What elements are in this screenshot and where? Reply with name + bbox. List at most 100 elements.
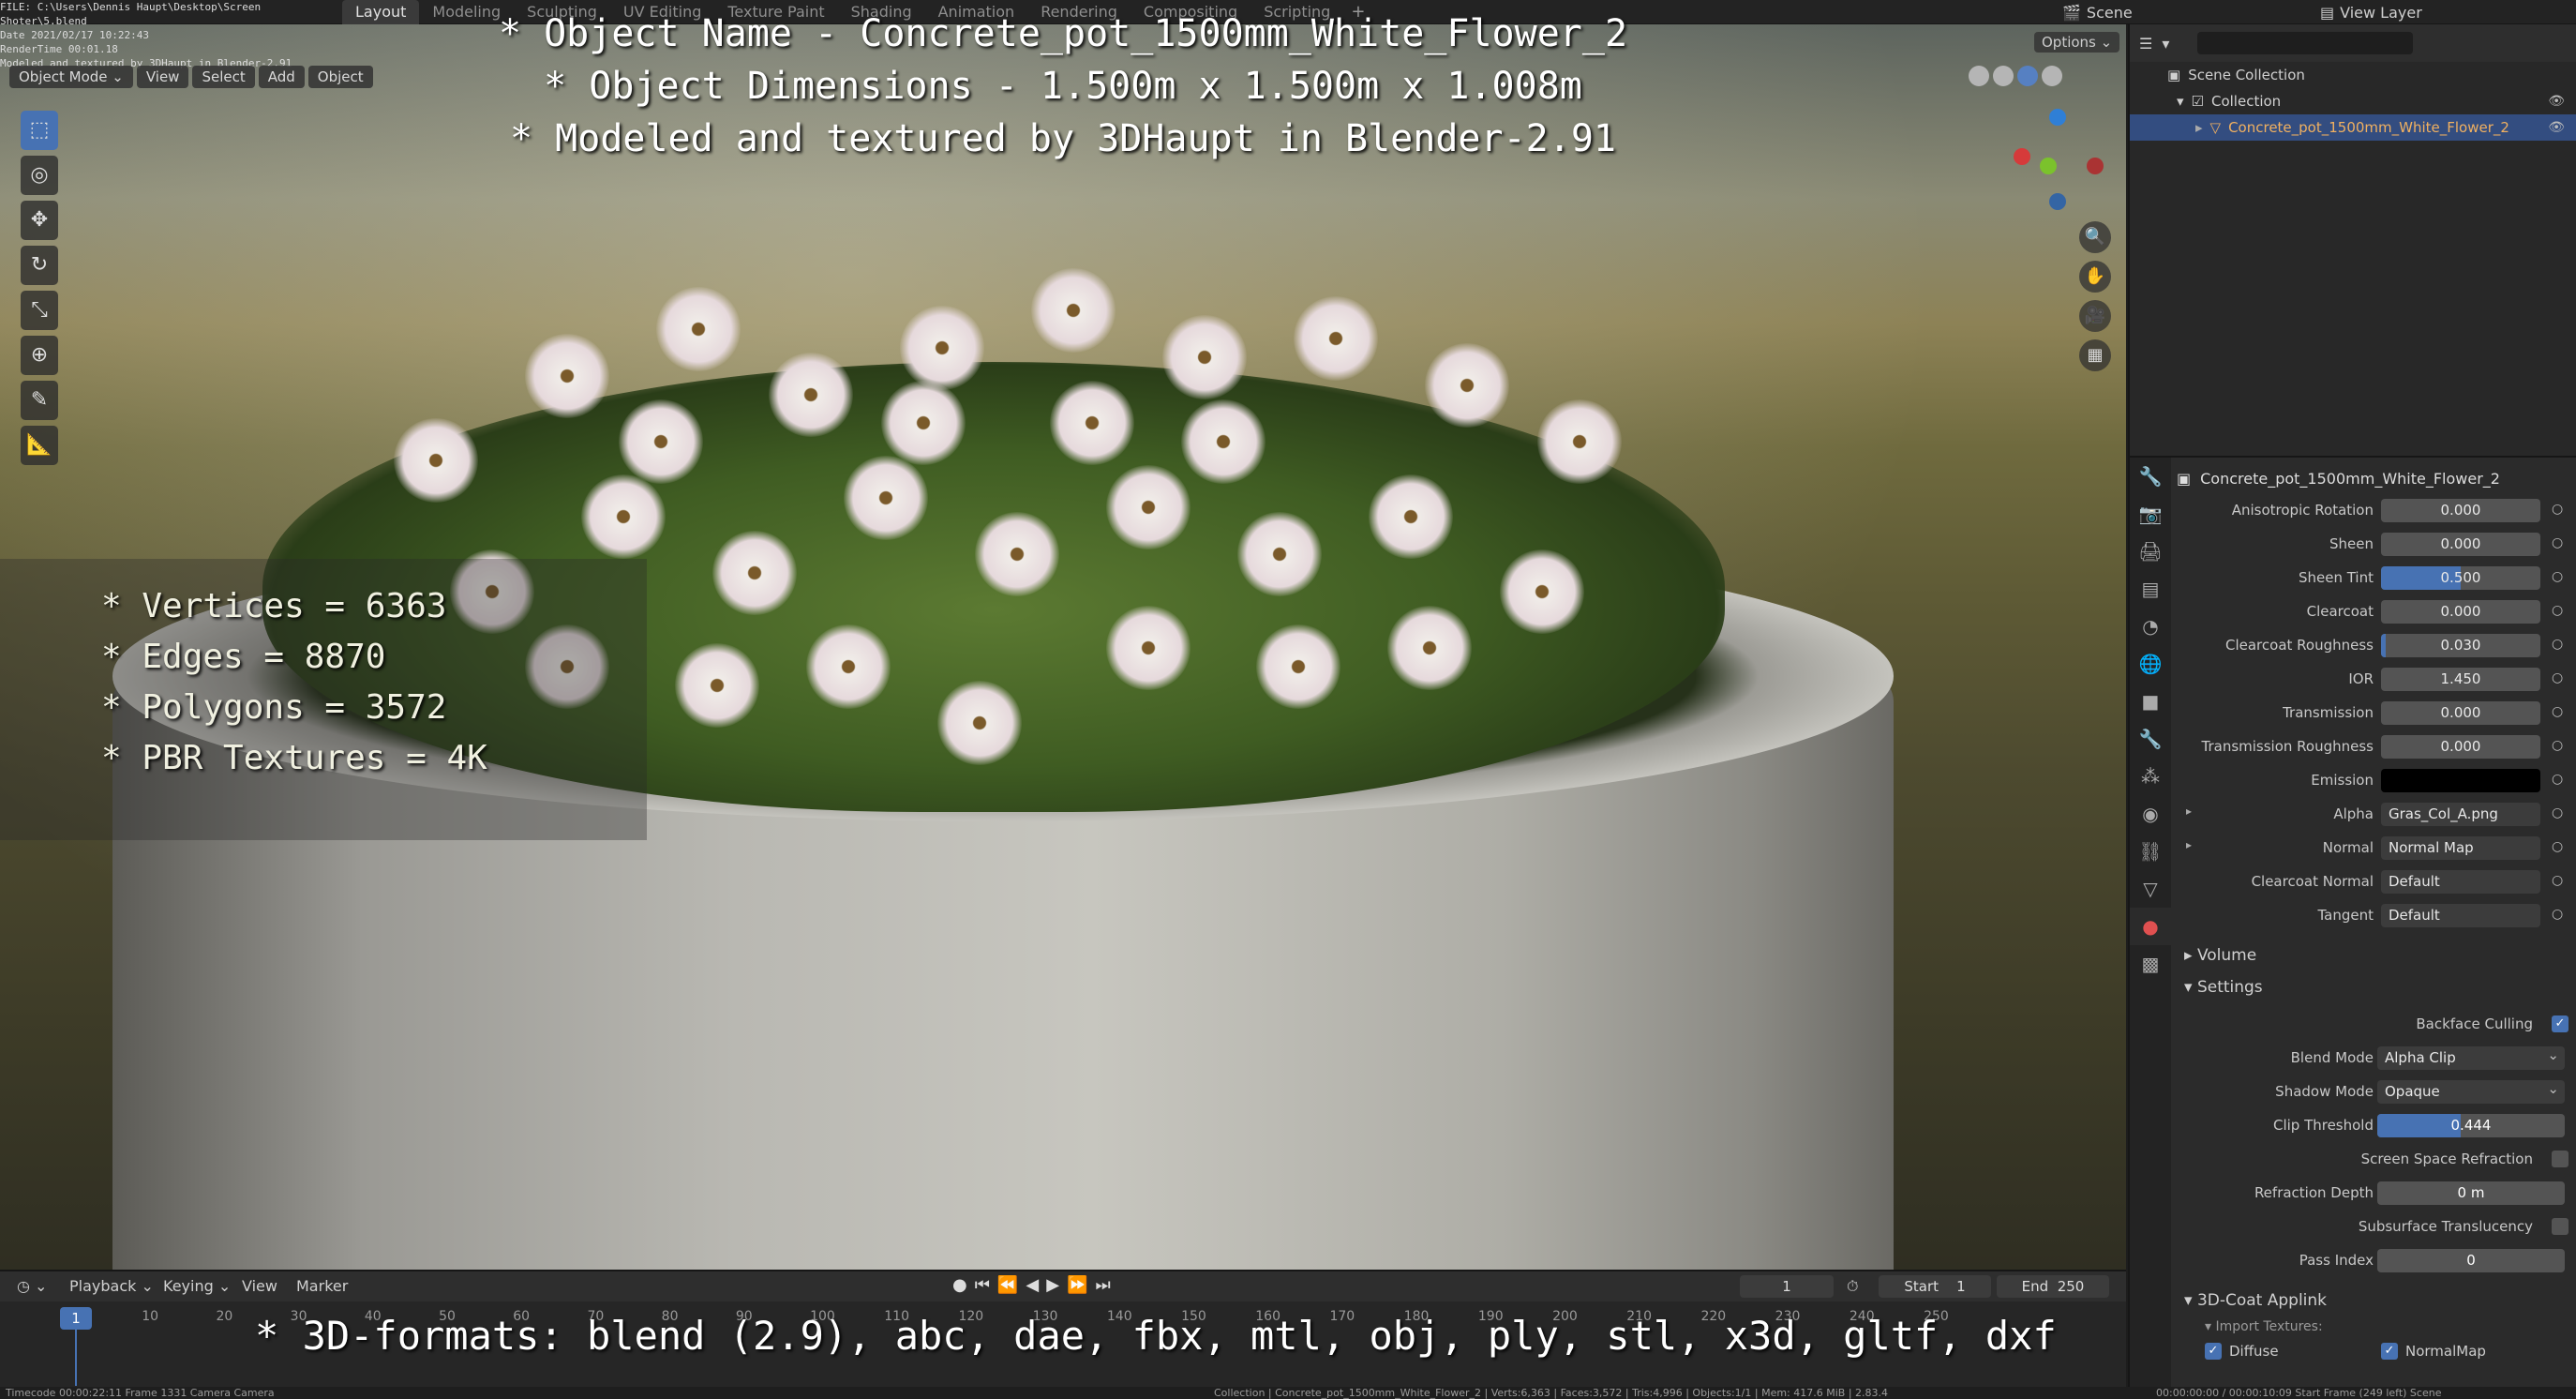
view-layer-selector[interactable]: ▤ View Layer xyxy=(2320,2,2422,23)
menu-object[interactable]: Object xyxy=(307,66,373,88)
solid-shading-icon[interactable] xyxy=(1993,66,2014,86)
blend-mode-select[interactable]: Alpha Clip xyxy=(2377,1044,2565,1070)
view-layer-tab-icon[interactable]: ▤ xyxy=(2130,570,2171,608)
object-tab-icon[interactable]: ■ xyxy=(2130,683,2171,720)
pan-hand-icon[interactable]: ✋ xyxy=(2079,261,2111,293)
menu-select[interactable]: Select xyxy=(192,66,255,88)
link-dot-icon[interactable]: ○ xyxy=(2552,839,2563,854)
normalmap-checkbox-row[interactable]: ✓ NormalMap xyxy=(2381,1343,2486,1360)
expand-icon[interactable]: ▸ xyxy=(2186,838,2192,851)
play-icon[interactable]: ▶ xyxy=(1046,1275,1059,1295)
world-tab-icon[interactable]: 🌐 xyxy=(2130,645,2171,683)
visibility-eye-icon[interactable]: 👁 xyxy=(2548,120,2565,135)
modifier-tab-icon[interactable]: 🔧 xyxy=(2130,720,2171,758)
record-icon[interactable]: ● xyxy=(952,1275,967,1295)
expand-icon[interactable]: ▸ xyxy=(2195,119,2203,136)
ortho-grid-icon[interactable]: ▦ xyxy=(2079,339,2111,371)
prop-value-field[interactable]: 0.500 xyxy=(2381,566,2540,590)
menu-add[interactable]: Add xyxy=(258,66,305,88)
link-dot-icon[interactable]: ○ xyxy=(2552,535,2563,550)
scene-tab-icon[interactable]: ◔ xyxy=(2130,608,2171,645)
link-dot-icon[interactable]: ○ xyxy=(2552,704,2563,719)
particles-tab-icon[interactable]: ⁂ xyxy=(2130,758,2171,795)
data-tab-icon[interactable]: ▽ xyxy=(2130,870,2171,908)
gizmo-x-axis-icon[interactable] xyxy=(2014,148,2030,165)
refraction-depth-field[interactable]: 0 m xyxy=(2377,1181,2565,1205)
move-icon[interactable]: ✥ xyxy=(21,201,58,240)
wireframe-shading-icon[interactable] xyxy=(1969,66,1989,86)
constraints-tab-icon[interactable]: ⛓ xyxy=(2130,833,2171,870)
outliner-scene-collection[interactable]: ▣ Scene Collection xyxy=(2130,62,2576,88)
diffuse-checkbox-row[interactable]: ✓ Diffuse xyxy=(2205,1343,2279,1360)
shadow-mode-select[interactable]: Opaque xyxy=(2377,1077,2565,1104)
gizmo-neg-z-axis-icon[interactable] xyxy=(2049,193,2066,210)
camera-view-icon[interactable]: 🎥 xyxy=(2079,300,2111,332)
menu-keying[interactable]: Keying ⌄ xyxy=(163,1277,231,1295)
render-tab-icon[interactable]: 📷 xyxy=(2130,495,2171,533)
normalmap-checkbox[interactable]: ✓ xyxy=(2381,1343,2398,1360)
scale-icon[interactable]: ⤡ xyxy=(21,291,58,330)
prop-value-field[interactable]: 0.000 xyxy=(2381,499,2540,522)
measure-icon[interactable]: 📐 xyxy=(21,426,58,465)
link-dot-icon[interactable]: ○ xyxy=(2552,569,2563,584)
pass-index-field[interactable]: 0 xyxy=(2377,1249,2565,1272)
link-dot-icon[interactable]: ○ xyxy=(2552,670,2563,685)
clip-threshold-slider[interactable]: 0.444 xyxy=(2377,1114,2565,1137)
prop-value-field[interactable]: 1.450 xyxy=(2381,668,2540,691)
material-shading-icon[interactable] xyxy=(2017,66,2038,86)
rotate-icon[interactable]: ↻ xyxy=(21,246,58,285)
rendered-shading-icon[interactable] xyxy=(2042,66,2062,86)
output-tab-icon[interactable]: 🖨 xyxy=(2130,533,2171,570)
cursor-icon[interactable]: ◎ xyxy=(21,156,58,195)
menu-view[interactable]: View xyxy=(136,66,189,88)
coat-applink-header[interactable]: ▾ 3D-Coat Applink xyxy=(2184,1286,2327,1315)
stopwatch-icon[interactable]: ⏱ xyxy=(1847,1277,1858,1296)
diffuse-checkbox[interactable]: ✓ xyxy=(2205,1343,2222,1360)
link-dot-icon[interactable]: ○ xyxy=(2552,738,2563,753)
tool-tab-icon[interactable]: 🔧 xyxy=(2130,458,2171,495)
zoom-icon[interactable]: 🔍 xyxy=(2079,221,2111,253)
backface-culling-checkbox[interactable]: ✓ xyxy=(2552,1015,2569,1032)
import-textures-header[interactable]: ▾ Import Textures: xyxy=(2205,1313,2323,1341)
timeline-editor-icon[interactable]: ◷ ⌄ xyxy=(17,1277,47,1295)
filter-icon[interactable]: ▾ xyxy=(2162,35,2169,53)
outliner-collection[interactable]: ▾ ☑ Collection 👁 xyxy=(2130,88,2576,114)
annotate-icon[interactable]: ✎ xyxy=(21,381,58,420)
outliner-object[interactable]: ▸ ▽ Concrete_pot_1500mm_White_Flower_2 👁 xyxy=(2130,114,2576,141)
prop-value-field[interactable]: 0.000 xyxy=(2381,600,2540,624)
menu-marker[interactable]: Marker xyxy=(296,1277,348,1295)
expand-icon[interactable]: ▾ xyxy=(2177,93,2184,110)
prop-value-field[interactable]: 0.000 xyxy=(2381,701,2540,725)
select-box-icon[interactable]: ⬚ xyxy=(21,111,58,150)
link-dot-icon[interactable]: ○ xyxy=(2552,772,2563,787)
next-keyframe-icon[interactable]: ⏩ xyxy=(1067,1275,1087,1295)
options-dropdown[interactable]: Options ⌄ xyxy=(2034,32,2120,53)
play-reverse-icon[interactable]: ◀ xyxy=(1026,1275,1039,1295)
volume-panel-header[interactable]: ▸ Volume xyxy=(2184,941,2256,970)
prev-keyframe-icon[interactable]: ⏪ xyxy=(997,1275,1018,1295)
jump-end-icon[interactable]: ⏭ xyxy=(1095,1275,1110,1295)
alpha-texture-field[interactable]: Gras_Col_A.png xyxy=(2381,803,2540,826)
emission-color-swatch[interactable] xyxy=(2381,769,2540,792)
end-frame-field[interactable]: End 250 xyxy=(1997,1275,2109,1298)
visibility-eye-icon[interactable]: 👁 xyxy=(2548,94,2565,109)
normal-map-field[interactable]: Normal Map xyxy=(2381,836,2540,860)
expand-icon[interactable]: ▸ xyxy=(2186,805,2192,818)
clearcoat-normal-field[interactable]: Default xyxy=(2381,870,2540,894)
checkbox-icon[interactable]: ☑ xyxy=(2192,93,2204,110)
gizmo-neg-x-axis-icon[interactable] xyxy=(2087,158,2104,174)
link-dot-icon[interactable]: ○ xyxy=(2552,502,2563,517)
link-dot-icon[interactable]: ○ xyxy=(2552,873,2563,888)
prop-value-field[interactable]: 0.000 xyxy=(2381,735,2540,759)
prop-value-field[interactable]: 0.000 xyxy=(2381,533,2540,556)
gizmo-z-axis-icon[interactable] xyxy=(2049,109,2066,126)
outliner-search-input[interactable] xyxy=(2197,32,2414,54)
physics-tab-icon[interactable]: ◉ xyxy=(2130,795,2171,833)
link-dot-icon[interactable]: ○ xyxy=(2552,603,2563,618)
subsurface-checkbox[interactable] xyxy=(2552,1218,2569,1235)
ssr-checkbox[interactable] xyxy=(2552,1151,2569,1167)
texture-tab-icon[interactable]: ▩ xyxy=(2130,945,2171,983)
menu-timeline-view[interactable]: View xyxy=(242,1277,277,1295)
menu-playback[interactable]: Playback ⌄ xyxy=(69,1277,154,1295)
link-dot-icon[interactable]: ○ xyxy=(2552,805,2563,820)
